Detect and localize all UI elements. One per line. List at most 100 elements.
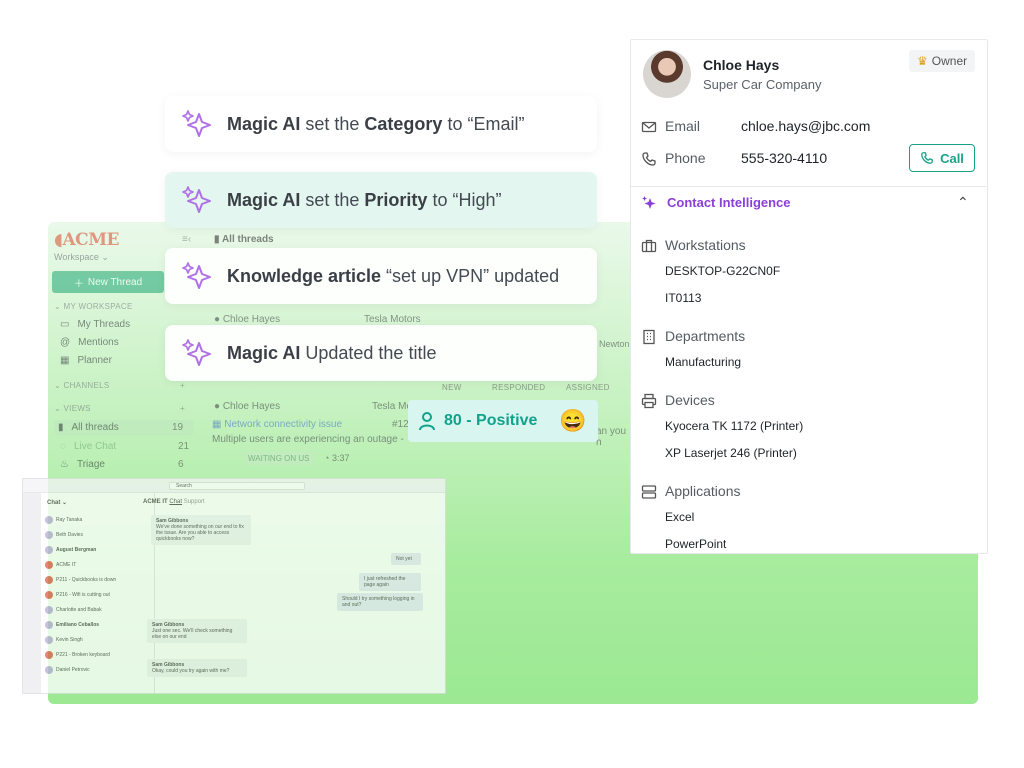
count-badge: 21 — [178, 441, 190, 452]
tab-chat[interactable]: Chat — [169, 499, 182, 505]
phone-label: Phone — [665, 150, 706, 166]
avatar: ● — [214, 314, 221, 325]
message-bubble: Should I try something logging in and ou… — [337, 593, 423, 611]
ticket-icon: ▦ — [212, 419, 222, 430]
message-bubble: Sam Gibbons Just one sec. We'll check som… — [147, 619, 247, 643]
department-item: Manufacturing — [665, 355, 742, 369]
sparkle-icon — [182, 186, 211, 213]
collapse-sidebar-icon[interactable]: ≡‹ — [182, 234, 191, 245]
teams-topbar: Search — [23, 479, 445, 493]
teams-chat-item[interactable]: P211 - Quickbooks is down — [41, 572, 154, 587]
teams-chat-name: Charlotte and Babak — [56, 606, 102, 613]
ai-event-text: Magic AI set the Priority to “High” — [227, 190, 501, 211]
ai-event-text: Knowledge article “set up VPN” updated — [227, 266, 559, 287]
search-placeholder: Search — [176, 483, 192, 489]
thread-row-2-subject[interactable]: ▦ Network connectivity issue — [212, 419, 342, 430]
sidebar-item-my-threads[interactable]: ▭ My Threads — [60, 319, 130, 330]
teams-chat-item[interactable]: P216 - Wifi is cutting out — [41, 587, 154, 602]
teams-chat-name: Beth Davies — [56, 531, 83, 538]
ai-event-card-title: Magic AI Updated the title — [165, 325, 597, 381]
new-thread-button[interactable]: ＋ New Thread — [52, 271, 164, 293]
teams-chat-item[interactable]: August Bergman — [41, 542, 154, 557]
applications-heading: Applications — [665, 483, 741, 499]
section-channels[interactable]: ⌄ CHANNELS — [54, 381, 110, 390]
section-my-workspace[interactable]: ⌄ MY WORKSPACE — [54, 302, 133, 311]
add-view-icon[interactable]: + — [180, 404, 185, 413]
sidebar-item-mentions[interactable]: @ Mentions — [60, 337, 119, 348]
contact-company: Super Car Company — [703, 77, 822, 92]
stage: ◖ACME Workspace ⌄ ≡‹ ＋ New Thread ⌄ MY WO… — [0, 0, 1024, 768]
ai-event-card-category: Magic AI set the Category to “Email” — [165, 96, 597, 152]
workspace-selector[interactable]: Workspace ⌄ — [54, 252, 109, 263]
avatar — [45, 620, 53, 629]
avatar — [45, 665, 53, 674]
acme-logo-text: ACME — [62, 230, 119, 250]
application-item: Excel — [665, 510, 695, 524]
section-views[interactable]: ⌄ VIEWS — [54, 404, 91, 413]
avatar: ● — [214, 401, 221, 412]
teams-left-nav — [23, 493, 41, 693]
email-value[interactable]: chloe.hays@jbc.com — [741, 118, 870, 134]
thread-row-name: Chloe Hayes — [222, 401, 281, 412]
role-badge: ♛ Owner — [909, 50, 976, 72]
device-item: Kyocera TK 1172 (Printer) — [665, 419, 804, 433]
add-channel-icon[interactable]: + — [180, 381, 185, 390]
flame-icon: ♨ — [60, 459, 69, 470]
sidebar-item-label: My Threads — [77, 319, 131, 330]
teams-chat-item[interactable]: Daniel Petrovic — [41, 662, 154, 677]
contact-intelligence-title[interactable]: Contact Intelligence — [667, 195, 791, 210]
devices-heading: Devices — [665, 392, 715, 408]
teams-chat-item[interactable]: P221 - Broken keyboard — [41, 647, 154, 662]
message-text: Okay, could you try again with me? — [152, 668, 230, 674]
column-new: NEW — [442, 383, 462, 392]
call-button[interactable]: Call — [909, 144, 975, 172]
role-label: Owner — [931, 54, 968, 68]
teams-chat-name: Ray Tanaka — [56, 516, 83, 523]
divider — [631, 186, 987, 187]
teams-chat-item[interactable]: Beth Davies — [41, 527, 154, 542]
teams-chat-heading-text: Chat — [47, 500, 61, 506]
teams-chat-item[interactable]: Emiliano Ceballos — [41, 617, 154, 632]
sidebar-item-all-threads[interactable]: ▮ All threads 19 — [54, 420, 194, 435]
thread-icon: ▮ — [214, 234, 220, 245]
teams-chat-item[interactable]: Charlotte and Babak — [41, 602, 154, 617]
thread-row-1-name[interactable]: ● Chloe Hayes — [214, 314, 280, 325]
teams-channel-header: ACME IT Chat Support — [143, 499, 205, 505]
teams-chat-list: Chat ⌄ Ray Tanaka Beth Davies August Ber… — [41, 493, 155, 693]
search-input[interactable]: Search — [169, 482, 305, 490]
workspace-label: Workspace — [54, 252, 99, 262]
teams-app: Search Chat ⌄ Ray Tanaka Beth Davies Aug… — [22, 478, 446, 694]
teams-chat-item[interactable]: Ray Tanaka — [41, 512, 154, 527]
mail-icon — [641, 121, 657, 133]
sidebar-item-live-chat[interactable]: ◌ Live Chat 21 — [60, 441, 189, 452]
teams-chat-item[interactable]: Kevin Singh — [41, 632, 154, 647]
clock-icon: ◔ — [324, 453, 330, 463]
ai-event-field: Priority — [364, 189, 428, 210]
teams-chat-item[interactable]: ACME IT — [41, 557, 154, 572]
sidebar-item-label: Mentions — [78, 337, 119, 348]
avatar — [643, 50, 691, 98]
teams-chat-name: P211 - Quickbooks is down — [56, 576, 117, 583]
grinning-face-icon: 😄 — [559, 408, 587, 433]
inbox-icon: ▭ — [60, 319, 70, 330]
tab-support[interactable]: Support — [184, 499, 205, 505]
page-title: ▮ All threads — [214, 234, 274, 245]
sparkle-icon — [182, 262, 211, 289]
status-badge: WAITING ON US — [244, 452, 314, 465]
thread-row-2-name[interactable]: ● Chloe Hayes — [214, 401, 280, 412]
device-item: XP Laserjet 246 (Printer) — [665, 446, 797, 460]
avatar — [45, 530, 53, 539]
chevron-up-icon[interactable]: ⌃ — [957, 194, 969, 211]
teams-channel-name: ACME IT — [143, 499, 168, 505]
workstations-heading: Workstations — [665, 237, 746, 253]
email-label: Email — [665, 118, 701, 134]
teams-chat-name: Daniel Petrovic — [56, 666, 90, 673]
message-text: I just refreshed the page again — [364, 576, 406, 588]
avatar — [45, 515, 53, 524]
count-badge: 6 — [178, 459, 184, 470]
phone-value[interactable]: 555-320-4110 — [741, 150, 827, 166]
column-assigned: ASSIGNED — [566, 383, 610, 392]
sidebar-item-triage[interactable]: ♨ Triage 6 — [60, 459, 184, 470]
sidebar-item-planner[interactable]: ▦ Planner — [60, 355, 112, 366]
sparkle-icon — [182, 339, 211, 366]
